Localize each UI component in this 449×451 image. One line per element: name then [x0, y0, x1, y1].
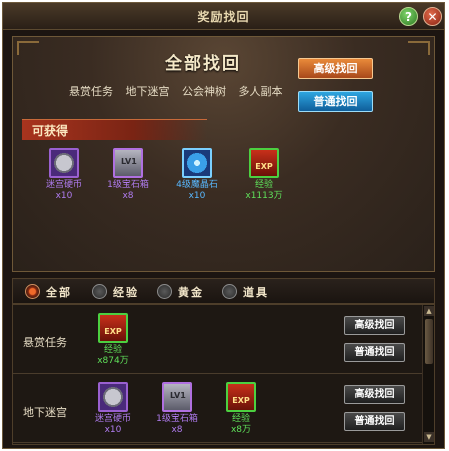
level-tag: LV1: [170, 391, 186, 400]
reward-item-gem-box[interactable]: LV1 1级宝石箱 x8: [98, 148, 158, 201]
item-name: 迷宫硬币: [45, 180, 82, 190]
radio-selected-icon: [25, 284, 40, 299]
filter-bar: 全部 经验 黄金 道具: [12, 278, 435, 304]
list-row-underground-maze: 地下迷宫 迷宫硬币 x10 LV1 1级宝石箱 x8 EXP 经验 x8万 高级…: [13, 374, 422, 443]
title-bar: 奖励找回 ? ✕: [3, 3, 444, 30]
level-tag: LV1: [121, 157, 137, 166]
exp-tag: EXP: [255, 162, 273, 171]
radio-icon: [157, 284, 172, 299]
corner-ornament: [17, 41, 39, 55]
advanced-recover-button[interactable]: 高级找回: [344, 385, 405, 404]
item-count: x8: [171, 425, 183, 435]
recover-all-panel: 全部找回 悬赏任务 地下迷宫 公会神树 多人副本 高级找回 普通找回 可获得 迷…: [12, 36, 435, 272]
normal-recover-button[interactable]: 普通找回: [344, 343, 405, 362]
gem-box-icon: LV1: [162, 382, 192, 412]
item-name: 迷宫硬币: [94, 414, 131, 424]
reward-item-maze-coin[interactable]: 迷宫硬币 x10: [34, 148, 94, 201]
exp-icon: EXP: [226, 382, 256, 412]
category-label: 地下迷宫: [125, 85, 170, 98]
category-list: 悬赏任务 地下迷宫 公会神树 多人副本: [69, 83, 292, 99]
reward-item-exp[interactable]: EXP 经验 x874万: [83, 313, 143, 366]
normal-recover-all-button[interactable]: 普通找回: [298, 91, 373, 112]
category-label: 公会神树: [182, 85, 226, 98]
filter-exp[interactable]: 经验: [92, 284, 154, 300]
close-button[interactable]: ✕: [423, 7, 442, 26]
magic-crystal-icon: [182, 148, 212, 178]
reward-item-gem-box[interactable]: LV1 1级宝石箱 x8: [147, 382, 207, 435]
recover-all-title: 全部找回: [165, 54, 241, 74]
normal-recover-button[interactable]: 普通找回: [344, 412, 405, 431]
scroll-thumb[interactable]: [425, 319, 433, 364]
radio-icon: [222, 284, 237, 299]
item-name: 1级宝石箱: [156, 414, 198, 424]
reward-item-maze-coin[interactable]: 迷宫硬币 x10: [83, 382, 143, 435]
scroll-up-icon[interactable]: ▲: [424, 306, 434, 316]
item-count: x874万: [97, 356, 129, 366]
item-name: 1级宝石箱: [107, 180, 149, 190]
filter-label: 黄金: [178, 286, 204, 299]
reward-item-exp[interactable]: EXP 经验 x1113万: [234, 148, 294, 201]
exp-tag: EXP: [232, 396, 250, 405]
item-count: x10: [188, 191, 206, 201]
scroll-down-icon[interactable]: ▼: [424, 432, 434, 442]
filter-all[interactable]: 全部: [25, 284, 87, 300]
row-name: 地下迷宫: [23, 406, 67, 419]
radio-icon: [92, 284, 107, 299]
filter-label: 道具: [243, 286, 269, 299]
item-name: 经验: [103, 345, 122, 355]
reward-recovery-window: 奖励找回 ? ✕ 全部找回 悬赏任务 地下迷宫 公会神树 多人副本 高级找回 普…: [2, 2, 445, 449]
reward-item-magic-crystal[interactable]: 4级魔晶石 x10: [167, 148, 227, 201]
filter-gold[interactable]: 黄金: [157, 284, 219, 300]
corner-ornament: [408, 41, 430, 55]
item-name: 经验: [231, 414, 250, 424]
maze-coin-icon: [98, 382, 128, 412]
filter-items[interactable]: 道具: [222, 284, 284, 300]
reward-item-exp[interactable]: EXP 经验 x8万: [211, 382, 271, 435]
scrollbar[interactable]: ▲ ▼: [422, 305, 434, 444]
window-title: 奖励找回: [197, 10, 250, 24]
exp-tag: EXP: [104, 327, 122, 336]
advanced-recover-button[interactable]: 高级找回: [344, 316, 405, 335]
row-name: 悬赏任务: [23, 336, 67, 349]
recovery-list: 悬赏任务 EXP 经验 x874万 高级找回 普通找回 地下迷宫 迷宫硬币 x1…: [12, 304, 435, 445]
exp-icon: EXP: [98, 313, 128, 343]
item-count: x10: [55, 191, 73, 201]
help-button[interactable]: ?: [399, 7, 418, 26]
category-label: 多人副本: [238, 85, 283, 98]
advanced-recover-all-button[interactable]: 高级找回: [298, 58, 373, 79]
maze-coin-icon: [49, 148, 79, 178]
item-name: 经验: [254, 180, 273, 190]
filter-label: 经验: [113, 286, 139, 299]
obtainable-label: 可获得: [32, 124, 69, 138]
item-count: x10: [104, 425, 122, 435]
list-row-bounty-quest: 悬赏任务 EXP 经验 x874万 高级找回 普通找回: [13, 305, 422, 374]
item-name: 4级魔晶石: [176, 180, 218, 190]
exp-icon: EXP: [249, 148, 279, 178]
item-count: x8万: [230, 425, 252, 435]
filter-label: 全部: [46, 286, 72, 299]
category-label: 悬赏任务: [69, 85, 113, 98]
item-count: x8: [122, 191, 134, 201]
obtainable-banner: 可获得: [22, 119, 207, 140]
item-count: x1113万: [245, 191, 283, 201]
gem-box-icon: LV1: [113, 148, 143, 178]
